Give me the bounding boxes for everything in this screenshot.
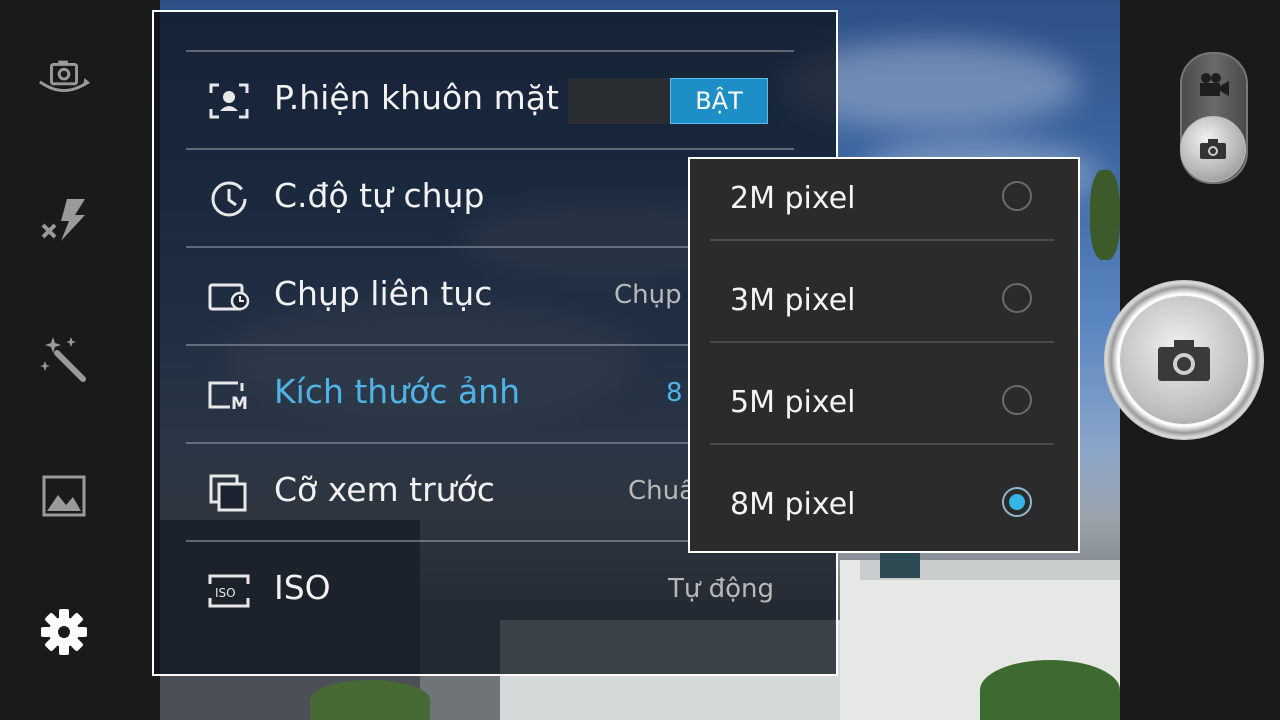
divider — [710, 443, 1054, 445]
face-detect-icon — [208, 82, 250, 120]
shutter-camera-icon — [1158, 340, 1210, 381]
divider — [710, 239, 1054, 241]
toggle-on-label[interactable]: BẬT — [670, 78, 768, 124]
option-label: 5M pixel — [730, 385, 856, 420]
svg-text:M: M — [231, 394, 248, 411]
setting-value: Chụp — [614, 280, 682, 310]
settings-row-face-detection[interactable]: P.hiện khuôn mặt BẬT — [186, 50, 794, 148]
radio-button-selected[interactable] — [1002, 487, 1032, 517]
settings-row-iso[interactable]: ISO ISO Tự động — [186, 540, 794, 638]
left-toolbar — [0, 0, 160, 720]
timer-icon — [208, 180, 250, 218]
picture-size-icon: M — [208, 376, 250, 414]
option-label: 8M pixel — [730, 487, 856, 522]
radio-button[interactable] — [1002, 181, 1032, 211]
setting-label: P.hiện khuôn mặt — [274, 78, 559, 117]
divider — [710, 341, 1054, 343]
setting-value: 8 — [666, 378, 683, 408]
shutter-button[interactable] — [1104, 280, 1264, 440]
setting-label: Cỡ xem trước — [274, 470, 495, 509]
setting-label: C.độ tự chụp — [274, 176, 485, 215]
iso-icon: ISO — [208, 572, 250, 610]
radio-button[interactable] — [1002, 385, 1032, 415]
option-label: 3M pixel — [730, 283, 856, 318]
size-option-8m[interactable]: 8M pixel — [708, 475, 1052, 575]
setting-label: ISO — [274, 568, 331, 607]
size-option-2m[interactable]: 2M pixel — [708, 169, 1052, 269]
preview-size-icon — [208, 474, 250, 512]
effects-wand-icon[interactable] — [36, 330, 92, 386]
radio-button[interactable] — [1002, 283, 1032, 313]
settings-gear-icon[interactable] — [36, 604, 92, 660]
face-detection-toggle[interactable]: BẬT — [568, 78, 768, 124]
right-toolbar — [1104, 0, 1280, 720]
setting-value: Chuẩ — [628, 476, 696, 506]
size-option-5m[interactable]: 5M pixel — [708, 373, 1052, 473]
photo-mode-icon[interactable] — [1180, 116, 1246, 182]
picture-size-popup: 2M pixel 3M pixel 5M pixel 8M pixel — [688, 157, 1080, 553]
mode-switch[interactable] — [1180, 52, 1248, 184]
setting-label: Kích thước ảnh — [274, 372, 521, 411]
option-label: 2M pixel — [730, 181, 856, 216]
burst-icon — [208, 278, 250, 316]
svg-text:ISO: ISO — [215, 586, 236, 600]
setting-value: Tự động — [667, 574, 774, 604]
gallery-icon[interactable] — [36, 468, 92, 524]
setting-label: Chụp liên tục — [274, 274, 493, 313]
video-mode-icon[interactable] — [1198, 72, 1230, 102]
switch-camera-icon[interactable] — [36, 50, 92, 106]
size-option-3m[interactable]: 3M pixel — [708, 271, 1052, 371]
flash-off-icon[interactable] — [36, 192, 92, 248]
